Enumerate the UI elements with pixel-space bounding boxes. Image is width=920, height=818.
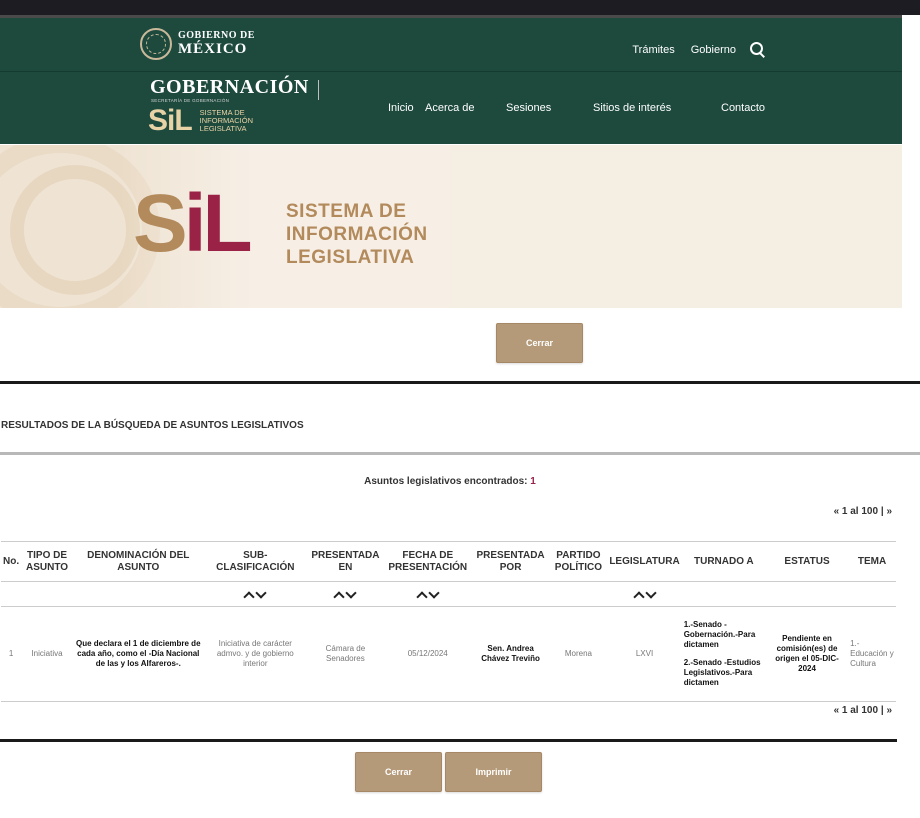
cell-presentada-en: Cámara de Senadores	[306, 606, 384, 702]
gov-logo-line1: GOBIERNO DE	[178, 30, 255, 41]
search-icon[interactable]	[750, 42, 766, 58]
print-button[interactable]: Imprimir	[445, 752, 542, 792]
browser-top-strip	[0, 0, 920, 15]
sil-small-label: SISTEMA DE INFORMACIÓN LEGISLATIVA	[200, 109, 253, 133]
cell-presentada-por: Sen. Andrea Chávez Treviño	[471, 606, 550, 702]
col-fecha-presentacion: FECHA DE PRESENTACIÓN	[383, 541, 472, 582]
gobernacion-subtext: SECRETARÍA DE GOBERNACIÓN	[151, 98, 230, 103]
cell-subclasificacion: Iniciativa de carácter admvo. y de gobie…	[203, 606, 307, 702]
gov-header: GOBIERNO DE MÉXICO Trámites Gobierno	[0, 15, 902, 71]
gov-logo-line2: MÉXICO	[178, 41, 248, 57]
sort-asc-icon[interactable]	[417, 590, 427, 598]
section-divider	[0, 381, 920, 384]
sil-big-label-line2: INFORMACIÓN	[286, 224, 428, 245]
sort-asc-icon[interactable]	[334, 590, 344, 598]
nav-acerca-de[interactable]: Acerca de	[425, 102, 475, 114]
national-seal-icon	[140, 28, 172, 60]
col-presentada-en: PRESENTADA EN	[306, 541, 384, 582]
results-divider	[0, 452, 920, 455]
sort-presentada-en[interactable]	[334, 590, 356, 598]
col-turnado: TURNADO A	[681, 541, 766, 582]
results-count: Asuntos legislativos encontrados: 1	[0, 476, 900, 487]
results-table: No. TIPO DE ASUNTO DENOMINACIÓN DEL ASUN…	[1, 541, 896, 702]
pager-range: 1 al 100	[841, 705, 879, 716]
bottom-divider	[0, 739, 897, 742]
sil-big-label-line1: SISTEMA DE	[286, 201, 407, 222]
sort-asc-icon[interactable]	[634, 590, 644, 598]
sil-big-s: S	[133, 178, 188, 269]
turnado-item: 2.-Senado -Estudios Legislativos.-Para d…	[683, 658, 761, 687]
pager-prev[interactable]: «	[834, 705, 840, 716]
cell-turnado: 1.-Senado -Gobernación.-Para dictamen 2.…	[681, 606, 766, 702]
sil-small-letters: SiL	[148, 104, 193, 137]
sort-desc-icon[interactable]	[346, 590, 356, 598]
results-count-label: Asuntos legislativos encontrados:	[364, 476, 528, 487]
nav-gobierno[interactable]: Gobierno	[691, 44, 736, 56]
header-divider	[318, 80, 319, 100]
nav-tramites[interactable]: Trámites	[632, 44, 674, 56]
table-header-row: No. TIPO DE ASUNTO DENOMINACIÓN DEL ASUN…	[1, 541, 896, 582]
sort-subclasificacion[interactable]	[244, 590, 266, 598]
col-tipo-asunto: TIPO DE ASUNTO	[21, 541, 73, 582]
col-legislatura: LEGISLATURA	[607, 541, 682, 582]
close-button-bottom[interactable]: Cerrar	[355, 752, 442, 792]
pager-sep: |	[880, 705, 884, 716]
col-tema: TEMA	[848, 541, 896, 582]
results-title: RESULTADOS DE LA BÚSQUEDA DE ASUNTOS LEG…	[1, 420, 304, 431]
sort-asc-icon[interactable]	[244, 590, 254, 598]
cell-estatus: Pendiente en comisión(es) de origen el 0…	[765, 606, 849, 702]
gov-nav: Trámites Gobierno	[616, 42, 766, 58]
pager-next[interactable]: »	[886, 506, 892, 517]
sort-legislatura[interactable]	[634, 590, 656, 598]
cell-no: 1	[1, 606, 22, 702]
sort-desc-icon[interactable]	[256, 590, 266, 598]
close-button-top[interactable]: Cerrar	[496, 323, 583, 363]
gov-logo-text: GOBIERNO DE MÉXICO	[178, 31, 255, 57]
col-denominacion: DENOMINACIÓN DEL ASUNTO	[72, 541, 204, 582]
sil-big-l: L	[202, 178, 253, 269]
sort-desc-icon[interactable]	[429, 590, 439, 598]
col-no: No.	[1, 541, 22, 582]
nav-sesiones[interactable]: Sesiones	[506, 102, 551, 114]
gobernacion-logo-text: GOBERNACIÓN	[150, 76, 309, 98]
col-partido: PARTIDO POLÍTICO	[549, 541, 608, 582]
pager-top: « 1 al 100 | »	[834, 506, 892, 517]
sil-header: GOBERNACIÓN SECRETARÍA DE GOBERNACIÓN Si…	[0, 71, 902, 144]
table-row[interactable]: 1 Iniciativa Que declara el 1 de diciemb…	[1, 606, 896, 702]
gobierno-mexico-logo[interactable]: GOBIERNO DE MÉXICO	[140, 28, 255, 60]
pager-prev[interactable]: «	[834, 506, 840, 517]
sort-fecha[interactable]	[417, 590, 439, 598]
sort-controls-row	[1, 581, 896, 607]
col-subclasificacion: SUB-CLASIFICACIÓN	[203, 541, 307, 582]
sil-small-label-line3: LEGISLATIVA	[199, 123, 247, 133]
cell-legislatura: LXVI	[607, 606, 682, 702]
banner-right-bg	[450, 145, 902, 308]
cell-tema: 1.-Educación y Cultura	[848, 606, 896, 702]
pager-next[interactable]: »	[886, 705, 892, 716]
sort-desc-icon[interactable]	[646, 590, 656, 598]
pager-bottom: « 1 al 100 | »	[834, 705, 892, 716]
sil-big-label-line3: LEGISLATIVA	[286, 247, 415, 268]
nav-sitios-de-interes[interactable]: Sitios de interés	[593, 102, 671, 114]
sil-big-i: i	[183, 178, 207, 269]
col-presentada-por: PRESENTADA POR	[471, 541, 550, 582]
cell-denominacion[interactable]: Que declara el 1 de diciembre de cada añ…	[72, 606, 204, 702]
sil-big-logo: SiL	[133, 183, 253, 265]
turnado-item: 1.-Senado -Gobernación.-Para dictamen	[683, 620, 756, 649]
cell-fecha: 05/12/2024	[383, 606, 472, 702]
results-count-value: 1	[530, 476, 536, 487]
cell-partido: Morena	[549, 606, 608, 702]
sil-banner: SiL SISTEMA DE INFORMACIÓN LEGISLATIVA	[0, 145, 902, 308]
sil-big-label: SISTEMA DE INFORMACIÓN LEGISLATIVA	[286, 200, 428, 269]
pager-sep: |	[880, 506, 884, 517]
cell-tipo: Iniciativa	[21, 606, 73, 702]
pager-range: 1 al 100	[841, 506, 879, 517]
nav-inicio[interactable]: Inicio	[388, 102, 414, 114]
sil-small-logo[interactable]: SiL SISTEMA DE INFORMACIÓN LEGISLATIVA	[148, 106, 253, 136]
nav-contacto[interactable]: Contacto	[721, 102, 765, 114]
col-estatus: ESTATUS	[765, 541, 849, 582]
